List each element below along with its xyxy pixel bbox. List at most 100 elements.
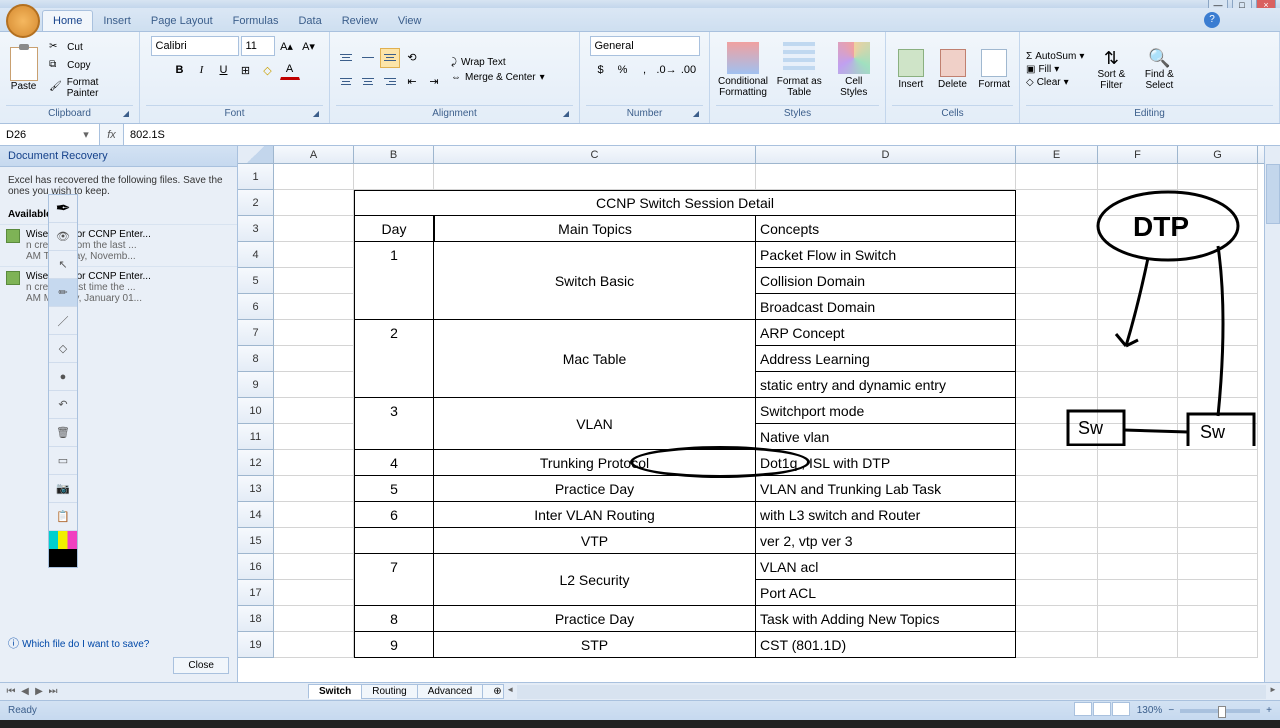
format-painter-button[interactable]: 🖌Format Painter: [47, 76, 133, 100]
cell[interactable]: [1178, 216, 1258, 242]
cell[interactable]: [1178, 372, 1258, 398]
underline-button[interactable]: U: [214, 60, 234, 80]
cell[interactable]: ARP Concept: [756, 320, 1016, 346]
close-recovery-button[interactable]: Close: [173, 657, 229, 674]
cell[interactable]: [354, 424, 434, 450]
help-icon[interactable]: ?: [1204, 12, 1220, 28]
cell[interactable]: [1178, 476, 1258, 502]
cell[interactable]: Day: [354, 216, 434, 242]
sheet-tab-routing[interactable]: Routing: [361, 684, 417, 699]
cell[interactable]: VTP: [434, 528, 756, 554]
cell[interactable]: [1098, 450, 1178, 476]
row-header[interactable]: 1: [238, 164, 274, 190]
col-header[interactable]: A: [274, 146, 354, 163]
col-header[interactable]: E: [1016, 146, 1098, 163]
cell[interactable]: VLAN: [434, 398, 756, 450]
cell[interactable]: 4: [354, 450, 434, 476]
cell[interactable]: 7: [354, 554, 434, 580]
dot-tool-icon[interactable]: ●: [49, 363, 77, 391]
cell[interactable]: [1178, 580, 1258, 606]
cell[interactable]: L2 Security: [434, 554, 756, 606]
clipboard-tool-icon[interactable]: 📋: [49, 503, 77, 531]
format-as-table-button[interactable]: Format as Table: [774, 40, 825, 100]
cell[interactable]: [354, 164, 434, 190]
cell[interactable]: [274, 606, 354, 632]
cell[interactable]: [1016, 190, 1098, 216]
cell[interactable]: VLAN acl: [756, 554, 1016, 580]
cell[interactable]: [1098, 320, 1178, 346]
row-header[interactable]: 8: [238, 346, 274, 372]
col-header[interactable]: C: [434, 146, 756, 163]
cell[interactable]: Inter VLAN Routing: [434, 502, 756, 528]
bold-button[interactable]: B: [170, 60, 190, 80]
cell[interactable]: [756, 164, 1016, 190]
row-header[interactable]: 2: [238, 190, 274, 216]
cell[interactable]: [1016, 372, 1098, 398]
italic-button[interactable]: I: [192, 60, 212, 80]
tab-page-layout[interactable]: Page Layout: [141, 11, 223, 31]
merge-center-button[interactable]: ⇔Merge & Center ▾: [448, 71, 548, 84]
zoom-slider[interactable]: [1180, 709, 1260, 713]
cell[interactable]: [354, 268, 434, 294]
col-header[interactable]: B: [354, 146, 434, 163]
increase-decimal-button[interactable]: .0→: [657, 60, 677, 80]
cell[interactable]: Dot1q , ISL with DTP: [756, 450, 1016, 476]
sort-filter-button[interactable]: ⇅Sort & Filter: [1090, 48, 1132, 91]
cell[interactable]: Switchport mode: [756, 398, 1016, 424]
decrease-decimal-button[interactable]: .00: [679, 60, 699, 80]
cell[interactable]: CCNP Switch Session Detail: [354, 190, 1016, 216]
cell[interactable]: [1098, 606, 1178, 632]
cell[interactable]: [1098, 502, 1178, 528]
cell[interactable]: [274, 190, 354, 216]
cell[interactable]: [1178, 242, 1258, 268]
cell[interactable]: [274, 450, 354, 476]
cell[interactable]: static entry and dynamic entry: [756, 372, 1016, 398]
camera-tool-icon[interactable]: 📷: [49, 475, 77, 503]
font-color-button[interactable]: A: [280, 60, 300, 80]
tab-data[interactable]: Data: [288, 11, 331, 31]
accounting-button[interactable]: $: [591, 60, 611, 80]
decrease-indent-button[interactable]: ⇤: [402, 72, 422, 92]
row-header[interactable]: 13: [238, 476, 274, 502]
cell[interactable]: [274, 372, 354, 398]
cell[interactable]: [274, 346, 354, 372]
cell[interactable]: [1016, 216, 1098, 242]
cell[interactable]: Switch Basic: [434, 242, 756, 320]
borders-button[interactable]: ⊞: [236, 60, 256, 80]
row-header[interactable]: 17: [238, 580, 274, 606]
col-header[interactable]: F: [1098, 146, 1178, 163]
fx-icon[interactable]: fx: [100, 124, 124, 145]
cell[interactable]: [1016, 580, 1098, 606]
line-tool-icon[interactable]: ／: [49, 307, 77, 335]
cell[interactable]: Port ACL: [756, 580, 1016, 606]
cell[interactable]: [1098, 216, 1178, 242]
cell[interactable]: [274, 216, 354, 242]
cell[interactable]: [1098, 242, 1178, 268]
row-header[interactable]: 16: [238, 554, 274, 580]
row-header[interactable]: 10: [238, 398, 274, 424]
find-select-button[interactable]: 🔍Find & Select: [1138, 48, 1180, 91]
new-sheet-button[interactable]: ⊕: [482, 684, 504, 699]
cell[interactable]: Broadcast Domain: [756, 294, 1016, 320]
cell[interactable]: 6: [354, 502, 434, 528]
cell[interactable]: 2: [354, 320, 434, 346]
cell[interactable]: [1178, 424, 1258, 450]
orientation-button[interactable]: ⟲: [402, 48, 422, 68]
cell[interactable]: VLAN and Trunking Lab Task: [756, 476, 1016, 502]
recovered-file[interactable]: Wise Plan for CCNP Enter... n created la…: [0, 266, 237, 308]
cell[interactable]: [1016, 320, 1098, 346]
cell[interactable]: 3: [354, 398, 434, 424]
cell[interactable]: [1178, 190, 1258, 216]
row-header[interactable]: 12: [238, 450, 274, 476]
cell[interactable]: [1098, 268, 1178, 294]
cell[interactable]: [1178, 606, 1258, 632]
sheet-nav[interactable]: ⏮◀▶⏭: [0, 686, 64, 697]
cell[interactable]: Main Topics: [434, 216, 756, 242]
col-header[interactable]: D: [756, 146, 1016, 163]
copy-button[interactable]: ⧉Copy: [47, 58, 133, 74]
cell[interactable]: [354, 372, 434, 398]
font-size-select[interactable]: [241, 36, 275, 56]
cell[interactable]: [274, 502, 354, 528]
col-header[interactable]: G: [1178, 146, 1258, 163]
clear-button[interactable]: ◇ Clear ▾: [1026, 77, 1084, 88]
